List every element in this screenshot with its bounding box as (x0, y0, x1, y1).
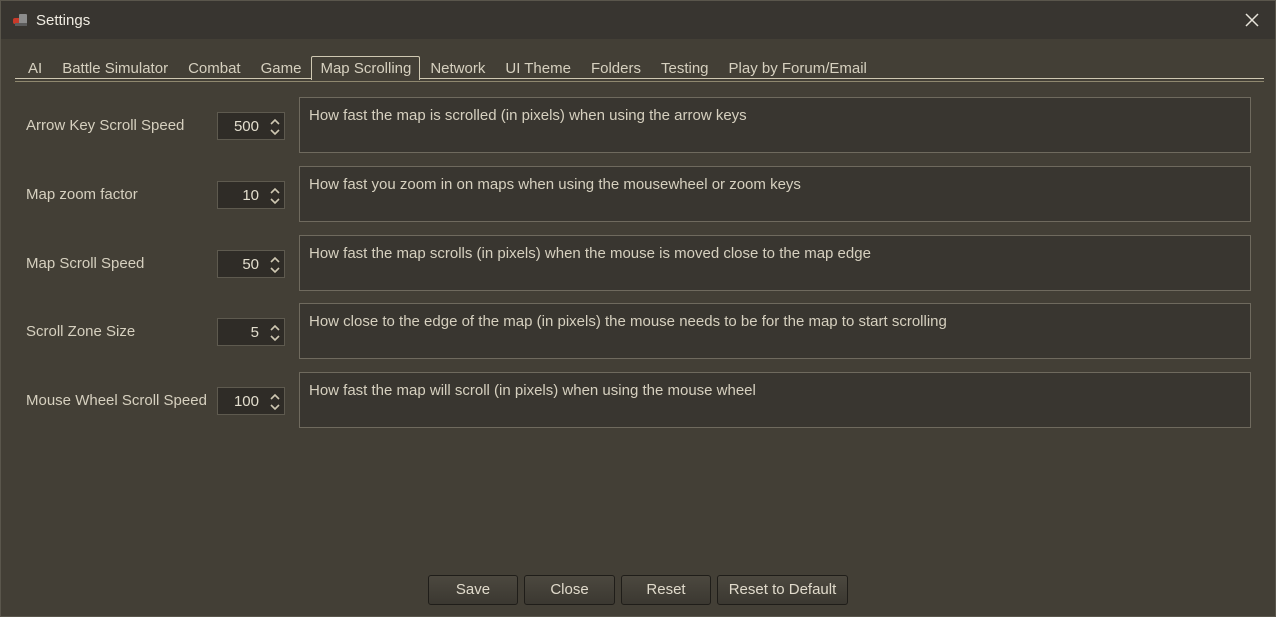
map-scroll-speed-spinner[interactable]: 50 (217, 250, 285, 278)
tab-network[interactable]: Network (420, 58, 495, 80)
reset-to-default-button[interactable]: Reset to Default (717, 575, 848, 605)
spinner-value: 50 (242, 256, 259, 273)
spinner-arrows-icon[interactable] (268, 185, 282, 207)
tab-ai[interactable]: AI (15, 58, 52, 80)
setting-description: How fast the map is scrolled (in pixels)… (299, 97, 1251, 153)
setting-label: Map zoom factor (26, 186, 138, 203)
setting-description: How fast you zoom in on maps when using … (299, 166, 1251, 222)
spinner-value: 100 (233, 393, 259, 410)
close-button[interactable]: Close (524, 575, 615, 605)
scroll-zone-size-spinner[interactable]: 5 (217, 318, 285, 346)
setting-row-mouse-wheel-scroll-speed: Mouse Wheel Scroll Speed 100 How fast th… (1, 372, 1275, 428)
setting-description: How fast the map scrolls (in pixels) whe… (299, 235, 1251, 291)
mouse-wheel-scroll-speed-spinner[interactable]: 100 (217, 387, 285, 415)
spinner-value: 10 (242, 187, 259, 204)
tab-combat[interactable]: Combat (178, 58, 251, 80)
spinner-arrows-icon[interactable] (268, 322, 282, 344)
title-bar: Settings (1, 1, 1275, 39)
tab-ui-theme[interactable]: UI Theme (495, 58, 581, 80)
tab-play-by-forum-email[interactable]: Play by Forum/Email (719, 58, 877, 80)
close-icon[interactable] (1243, 11, 1261, 29)
spinner-value: 500 (233, 118, 259, 135)
reset-button[interactable]: Reset (621, 575, 711, 605)
tab-bar: AI Battle Simulator Combat Game Map Scro… (15, 56, 1265, 80)
setting-row-scroll-zone-size: Scroll Zone Size 5 How close to the edge… (1, 303, 1275, 359)
spinner-arrows-icon[interactable] (268, 116, 282, 138)
setting-label: Scroll Zone Size (26, 323, 136, 340)
map-zoom-factor-spinner[interactable]: 10 (217, 181, 285, 209)
setting-row-map-zoom-factor: Map zoom factor 10 How fast you zoom in … (1, 166, 1275, 222)
tab-folders[interactable]: Folders (581, 58, 651, 80)
tab-bar-border-shadow (15, 81, 1264, 82)
setting-label: Mouse Wheel Scroll Speed (26, 392, 207, 409)
setting-description: How close to the edge of the map (in pix… (299, 303, 1251, 359)
settings-window: Settings AI Battle Simulator Combat Game… (0, 0, 1276, 617)
setting-row-map-scroll-speed: Map Scroll Speed 50 How fast the map scr… (1, 235, 1275, 291)
tab-map-scrolling[interactable]: Map Scrolling (311, 56, 421, 80)
spinner-value: 5 (250, 324, 259, 341)
window-title: Settings (36, 11, 91, 29)
setting-row-arrow-key-scroll-speed: Arrow Key Scroll Speed 500 How fast the … (1, 97, 1275, 153)
setting-label: Map Scroll Speed (26, 255, 145, 272)
tab-game[interactable]: Game (251, 58, 312, 80)
arrow-key-scroll-speed-spinner[interactable]: 500 (217, 112, 285, 140)
spinner-arrows-icon[interactable] (268, 254, 282, 276)
spinner-arrows-icon[interactable] (268, 391, 282, 413)
setting-label: Arrow Key Scroll Speed (26, 117, 185, 134)
setting-description: How fast the map will scroll (in pixels)… (299, 372, 1251, 428)
game-app-icon (13, 12, 29, 28)
tab-battle-simulator[interactable]: Battle Simulator (52, 58, 178, 80)
tab-testing[interactable]: Testing (651, 58, 719, 80)
save-button[interactable]: Save (428, 575, 518, 605)
